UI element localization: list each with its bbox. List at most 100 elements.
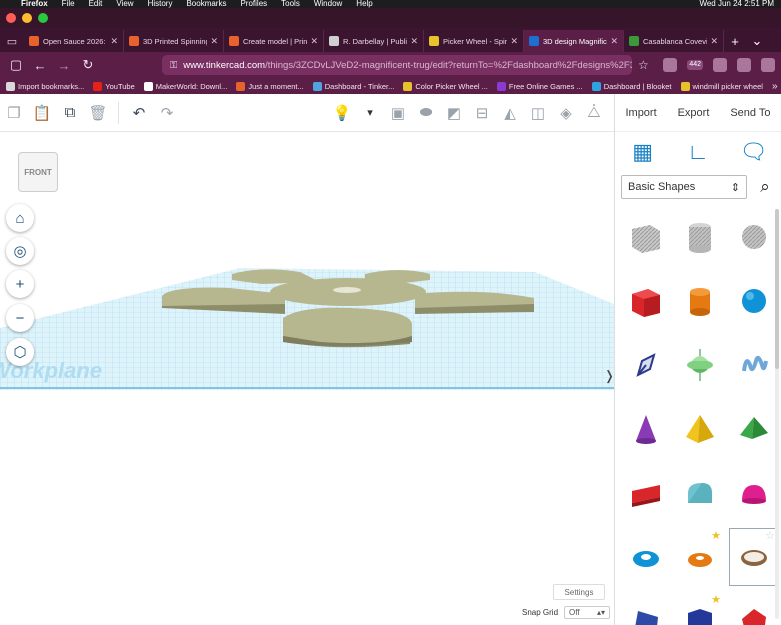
- shield-icon[interactable]: [663, 58, 678, 72]
- menu-help[interactable]: Help: [356, 0, 372, 8]
- menu-tools[interactable]: Tools: [281, 0, 300, 8]
- sidebar-icon[interactable]: ▢: [6, 55, 26, 75]
- shape-sphere-hole[interactable]: [729, 208, 777, 266]
- shape-pyramid[interactable]: [675, 400, 725, 458]
- fit-view-icon[interactable]: ◎: [6, 237, 34, 265]
- menu-view[interactable]: View: [116, 0, 133, 8]
- shape-tube[interactable]: [621, 528, 671, 586]
- more-bookmarks-chevron-icon[interactable]: »: [772, 81, 778, 92]
- bookmark-item[interactable]: Import bookmarks...: [6, 81, 84, 91]
- view-cube[interactable]: FRONT: [18, 152, 58, 192]
- perspective-icon[interactable]: ⬡: [6, 338, 34, 366]
- favorite-star-empty-icon[interactable]: ☆: [765, 529, 775, 542]
- shape-icosahedron[interactable]: [729, 592, 777, 625]
- shape-half-cylinder[interactable]: [675, 464, 725, 522]
- workspace-3d[interactable]: Workplane FRONT ⌂ ◎ + − ⬡ ❭ Settings Sna…: [0, 132, 614, 625]
- bookmark-item[interactable]: Color Picker Wheel ...: [403, 81, 488, 91]
- search-icon[interactable]: ⌕: [755, 177, 775, 197]
- menu-file[interactable]: File: [62, 0, 75, 8]
- shape-torus-thin[interactable]: ☆: [729, 528, 777, 586]
- menu-app-name[interactable]: Firefox: [21, 0, 48, 8]
- browser-tab[interactable]: Open Sauce 2026: S ✕: [24, 30, 124, 52]
- panel-scrollbar[interactable]: [775, 209, 779, 619]
- menu-profiles[interactable]: Profiles: [240, 0, 267, 8]
- bookmark-item[interactable]: MakerWorld: Downl...: [143, 81, 227, 91]
- menu-icon[interactable]: [761, 58, 775, 72]
- shape-ring[interactable]: ★: [675, 528, 725, 586]
- shape-roof[interactable]: [729, 400, 777, 458]
- shape-polygon[interactable]: ★: [675, 592, 725, 625]
- close-tab-icon[interactable]: ✕: [210, 36, 218, 47]
- light-bulb-icon[interactable]: 💡: [328, 99, 356, 127]
- forward-button[interactable]: →: [54, 55, 74, 75]
- export-button[interactable]: Export: [672, 107, 716, 119]
- ruler-icon[interactable]: ∟: [684, 138, 712, 166]
- notes-icon[interactable]: 🗨: [739, 138, 767, 166]
- duplicate-icon[interactable]: ⧉: [56, 99, 84, 127]
- minimize-window-button[interactable]: [22, 13, 32, 23]
- shape-half-sphere[interactable]: [729, 464, 777, 522]
- sidebar-toggle-icon[interactable]: ▭: [0, 30, 24, 52]
- shape-cylinder-hole[interactable]: [675, 208, 725, 266]
- zoom-out-icon[interactable]: −: [6, 304, 34, 332]
- browser-tab[interactable]: Picker Wheel - Spin ✕: [424, 30, 524, 52]
- favorite-star-icon[interactable]: ★: [711, 593, 721, 606]
- mirror-icon[interactable]: ◭: [496, 99, 524, 127]
- close-tab-icon[interactable]: ✕: [110, 36, 118, 47]
- workplane-view[interactable]: Workplane: [0, 132, 614, 625]
- pyramid-icon[interactable]: ⧊: [580, 99, 608, 127]
- close-tab-icon[interactable]: ✕: [310, 36, 318, 47]
- home-view-icon[interactable]: ⌂: [6, 204, 34, 232]
- back-button[interactable]: ←: [30, 55, 50, 75]
- puzzle-icon[interactable]: [713, 58, 727, 72]
- shape-cylinder[interactable]: [675, 272, 725, 330]
- bookmark-item[interactable]: Dashboard | Blooket: [591, 81, 672, 91]
- menu-history[interactable]: History: [148, 0, 173, 8]
- bookmark-item[interactable]: Free Online Games ...: [496, 81, 583, 91]
- browser-tab[interactable]: 3D design Magnifice ✕: [524, 30, 624, 52]
- shape-cone[interactable]: [621, 400, 671, 458]
- bookmark-item[interactable]: Just a moment...: [236, 81, 304, 91]
- zoom-in-icon[interactable]: +: [6, 270, 34, 298]
- cruise-icon[interactable]: ◫: [524, 99, 552, 127]
- extension-badge[interactable]: 442: [687, 60, 703, 70]
- new-tab-button[interactable]: +: [724, 30, 746, 52]
- favorite-star-icon[interactable]: ★: [711, 529, 721, 542]
- shape-text[interactable]: [621, 464, 671, 522]
- settings-button[interactable]: Settings: [553, 584, 605, 600]
- zoom-window-button[interactable]: [38, 13, 48, 23]
- close-tab-icon[interactable]: ✕: [610, 36, 618, 47]
- clock[interactable]: Wed Jun 24 2:51 PM: [699, 0, 774, 8]
- bookmark-star-icon[interactable]: ☆: [638, 58, 649, 72]
- reload-button[interactable]: ↻: [78, 55, 98, 75]
- shape-box-hole[interactable]: [621, 208, 671, 266]
- shape-sphere[interactable]: [729, 272, 777, 330]
- bookmark-item[interactable]: YouTube: [93, 81, 135, 91]
- download-icon[interactable]: [737, 58, 751, 72]
- align-icon[interactable]: ⊟: [468, 99, 496, 127]
- shape-box[interactable]: [621, 272, 671, 330]
- copy-icon[interactable]: ❐: [0, 99, 28, 127]
- menu-edit[interactable]: Edit: [89, 0, 103, 8]
- redo-icon[interactable]: ↷: [153, 99, 181, 127]
- collapse-panel-chevron-icon[interactable]: ❭: [604, 368, 614, 384]
- browser-tab[interactable]: Casablanca Covevie ✕: [624, 30, 724, 52]
- snap-grid-select[interactable]: Off ▴▾: [564, 606, 611, 619]
- close-window-button[interactable]: [6, 13, 16, 23]
- browser-tab[interactable]: Create model | Print ✕: [224, 30, 324, 52]
- ungroup-icon[interactable]: ◩: [440, 99, 468, 127]
- menu-window[interactable]: Window: [314, 0, 342, 8]
- paste-icon[interactable]: 📋: [28, 99, 56, 127]
- chevron-down-icon[interactable]: ▾: [356, 99, 384, 127]
- bookmark-item[interactable]: windmill picker wheel: [680, 81, 763, 91]
- shape-spring[interactable]: [729, 336, 777, 394]
- send-to-button[interactable]: Send To: [724, 107, 776, 119]
- category-select[interactable]: Basic Shapes ⇕: [621, 175, 747, 199]
- browser-tab[interactable]: R. Darbellay | Publis ✕: [324, 30, 424, 52]
- workplane-grid-icon[interactable]: ▦: [629, 138, 657, 166]
- tag-icon[interactable]: ◈: [552, 99, 580, 127]
- group-icon[interactable]: ⬬: [412, 99, 440, 127]
- url-bar[interactable]: ⚿ www.tinkercad.com /things/3ZCDvLJVeD2-…: [162, 55, 632, 75]
- shape-scribble[interactable]: [621, 336, 671, 394]
- note-icon[interactable]: ▣: [384, 99, 412, 127]
